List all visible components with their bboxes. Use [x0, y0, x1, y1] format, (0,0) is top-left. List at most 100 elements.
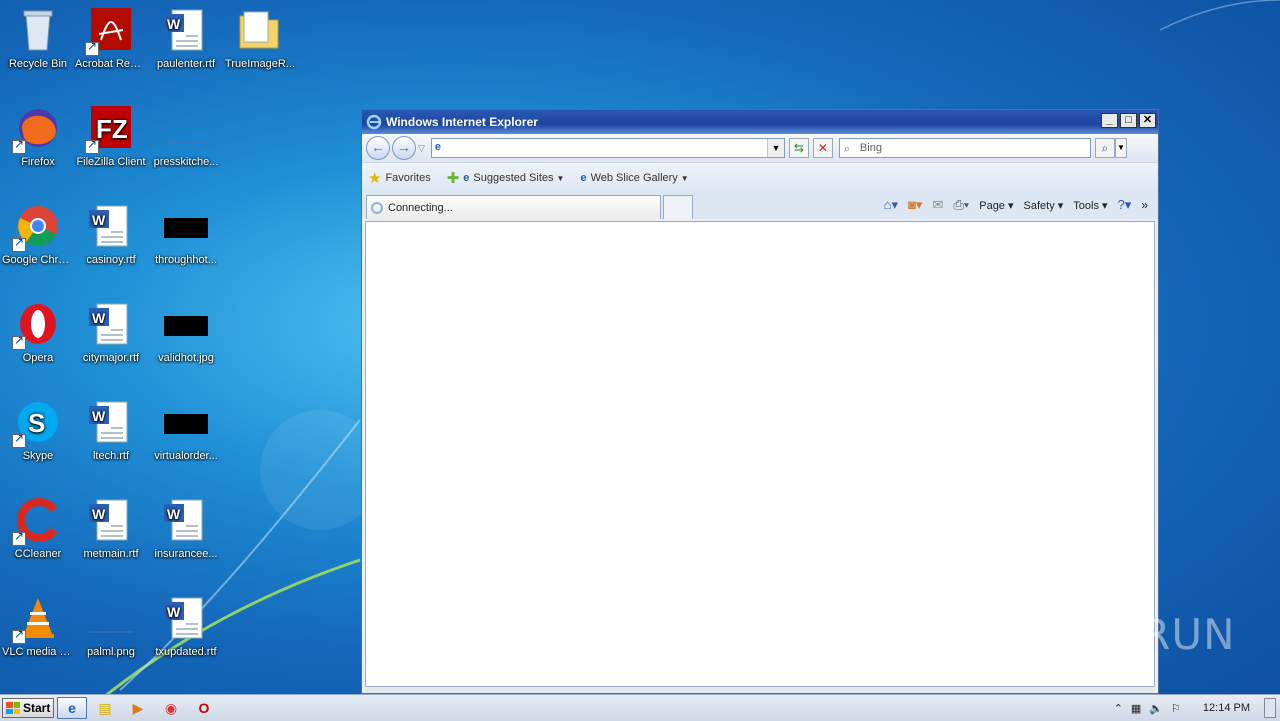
desktop-icon-label: insurancee...: [154, 548, 218, 560]
feeds-icon[interactable]: ◙▾: [908, 197, 922, 213]
taskbar-explorer-button[interactable]: ▤: [90, 697, 120, 719]
maximize-button[interactable]: □: [1120, 113, 1137, 128]
firefox-icon: [12, 104, 62, 154]
help-icon[interactable]: ?▾: [1118, 197, 1132, 213]
taskbar-opera-button[interactable]: O: [189, 697, 219, 719]
show-desktop-button[interactable]: [1264, 698, 1276, 718]
windows-logo-icon: [6, 702, 20, 714]
image-thumb-icon: [162, 300, 210, 348]
suggested-sites-icon: e: [463, 172, 470, 184]
desktop-icon-citymajor-rtf[interactable]: Wcitymajor.rtf: [73, 300, 149, 365]
refresh-button[interactable]: ⇆: [788, 138, 809, 158]
desktop-icon-virtualorder[interactable]: virtualorder...: [148, 398, 224, 463]
more-chevron-icon[interactable]: »: [1141, 198, 1148, 212]
add-to-favorites-icon[interactable]: ✚: [447, 169, 460, 187]
desktop-icon-trueimager[interactable]: TrueImageR...: [222, 6, 298, 71]
desktop-icon-opera[interactable]: Opera: [0, 300, 76, 365]
desktop-icon-metmain-rtf[interactable]: Wmetmain.rtf: [73, 496, 149, 561]
desktop-icon-label: TrueImageR...: [225, 58, 295, 70]
desktop-icon-recycle-bin[interactable]: Recycle Bin: [0, 6, 76, 71]
desktop-icon-label: citymajor.rtf: [82, 352, 140, 364]
mail-icon[interactable]: ✉: [932, 197, 943, 213]
desktop-icon-skype[interactable]: S Skype: [0, 398, 76, 463]
home-icon[interactable]: ⌂▾: [884, 197, 898, 213]
svg-text:W: W: [92, 212, 106, 228]
word-doc-icon: W: [162, 496, 210, 544]
tools-menu[interactable]: Tools ▾: [1073, 199, 1107, 212]
svg-text:W: W: [92, 408, 106, 424]
address-bar[interactable]: e ▼: [430, 138, 785, 158]
desktop-icon-palml-png[interactable]: palml.png: [73, 594, 149, 659]
page-content[interactable]: [365, 221, 1155, 687]
desktop-icon-label: Recycle Bin: [8, 58, 68, 70]
svg-text:FZ: FZ: [96, 114, 128, 144]
desktop-icon-txupdated-rtf[interactable]: Wtxupdated.rtf: [148, 594, 224, 659]
anyrun-watermark: ANY RUN: [1038, 610, 1236, 659]
desktop-icon-ltech-rtf[interactable]: Wltech.rtf: [73, 398, 149, 463]
clock[interactable]: 12:14 PM: [1203, 702, 1250, 714]
taskbar-chrome-button[interactable]: ◉: [156, 697, 186, 719]
suggested-sites-label: Suggested Sites: [473, 172, 554, 184]
taskbar: Start e ▤ ▶ ◉ O ⌃ ▦ 🔈 ⚐ 12:14 PM: [0, 694, 1280, 721]
safety-menu[interactable]: Safety ▾: [1024, 199, 1064, 212]
page-menu[interactable]: Page ▾: [979, 199, 1013, 212]
desktop-icon-acrobat-reader-dc[interactable]: Acrobat Reader DC: [73, 6, 149, 71]
stop-button[interactable]: ✕: [812, 138, 833, 158]
desktop-icon-label: metmain.rtf: [83, 548, 139, 560]
blank-file-icon: [87, 594, 135, 642]
desktop-icon-google-chrome[interactable]: Google Chrome: [0, 202, 76, 267]
image-thumb-icon: [162, 398, 210, 446]
desktop-icon-presskitche[interactable]: presskitche...: [148, 104, 224, 169]
tray-expand-icon[interactable]: ⌃: [1114, 702, 1123, 715]
back-button[interactable]: ←: [366, 136, 390, 160]
web-slice-gallery-link[interactable]: e Web Slice Gallery ▼: [580, 172, 688, 184]
print-icon[interactable]: ⎙▾: [953, 197, 969, 213]
tab-connecting[interactable]: Connecting...: [366, 195, 661, 219]
address-dropdown-icon[interactable]: ▼: [766, 139, 784, 157]
svg-text:W: W: [167, 604, 181, 620]
action-center-flag-icon[interactable]: ⚐: [1171, 702, 1181, 715]
ccleaner-icon: [12, 496, 62, 546]
taskbar-media-player-button[interactable]: ▶: [123, 697, 153, 719]
desktop-icon-filezilla-client[interactable]: FZ FileZilla Client: [73, 104, 149, 169]
web-slice-gallery-label: Web Slice Gallery: [590, 172, 678, 184]
taskbar-ie-button[interactable]: e: [57, 697, 87, 719]
desktop-icon-casinoy-rtf[interactable]: Wcasinoy.rtf: [73, 202, 149, 267]
network-icon[interactable]: ▦: [1131, 702, 1141, 715]
recent-pages-chevron-icon[interactable]: ▽: [418, 143, 425, 154]
volume-icon[interactable]: 🔈: [1149, 702, 1163, 715]
loading-spinner-icon: [371, 201, 383, 214]
desktop-icon-label: validhot.jpg: [158, 352, 214, 364]
start-button[interactable]: Start: [2, 698, 54, 718]
search-box[interactable]: ⌕ Bing: [838, 138, 1091, 158]
close-button[interactable]: ✕: [1139, 113, 1156, 128]
favorites-button[interactable]: ★ Favorites: [368, 169, 431, 187]
search-button[interactable]: ⌕: [1094, 138, 1115, 158]
desktop-icon-paulenter-rtf[interactable]: Wpaulenter.rtf: [148, 6, 224, 71]
desktop-icon-label: txupdated.rtf: [155, 646, 217, 658]
desktop-icon-ccleaner[interactable]: CCleaner: [0, 496, 76, 561]
svg-text:W: W: [92, 310, 106, 326]
desktop-icon-label: throughhot...: [155, 254, 217, 266]
minimize-button[interactable]: _: [1101, 113, 1118, 128]
desktop-icon-insurancee[interactable]: Winsurancee...: [148, 496, 224, 561]
desktop-icon-label: Skype: [22, 450, 54, 462]
desktop-icon-validhot-jpg[interactable]: validhot.jpg: [148, 300, 224, 365]
chrome-icon: [12, 202, 62, 252]
forward-button[interactable]: →: [392, 136, 416, 160]
ie-title-bar[interactable]: Windows Internet Explorer _ □ ✕: [362, 110, 1158, 134]
suggested-sites-link[interactable]: e Suggested Sites ▼: [463, 172, 564, 184]
word-doc-icon: W: [87, 496, 135, 544]
search-options-chevron-icon[interactable]: ▼: [1114, 138, 1127, 158]
word-doc-icon: W: [87, 398, 135, 446]
status-bar: [365, 687, 1155, 693]
new-tab-button[interactable]: [663, 195, 693, 219]
ie-logo-icon: [366, 114, 382, 130]
safety-menu-label: Safety: [1023, 199, 1055, 212]
desktop-icon-firefox[interactable]: Firefox: [0, 104, 76, 169]
start-label: Start: [23, 701, 51, 715]
word-doc-icon: W: [87, 202, 135, 250]
ie-window[interactable]: Windows Internet Explorer _ □ ✕ ← → ▽ e …: [361, 109, 1159, 694]
desktop-icon-vlc-media-player[interactable]: VLC media player: [0, 594, 76, 659]
desktop-icon-throughhot[interactable]: throughhot...: [148, 202, 224, 267]
